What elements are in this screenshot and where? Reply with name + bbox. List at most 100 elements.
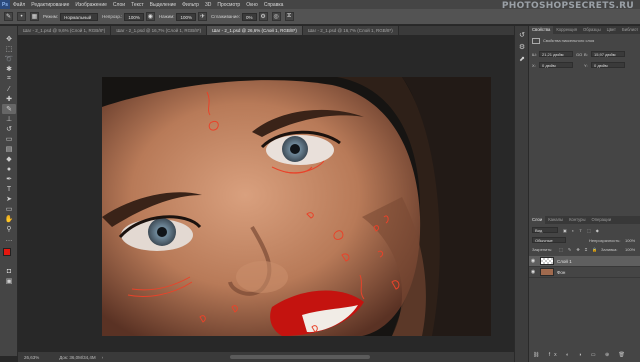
layer-row-2[interactable]: ◉ Фон (529, 267, 640, 278)
quick-select-tool-icon[interactable]: ✱ (2, 64, 16, 74)
screen-mode-icon[interactable]: ▣ (2, 276, 16, 286)
document-canvas[interactable] (102, 77, 491, 336)
fill-value[interactable]: 100% (625, 247, 635, 252)
pressure-opacity-icon[interactable]: ◉ (145, 12, 155, 21)
eye-icon[interactable]: ◉ (529, 269, 537, 275)
paths-icon[interactable]: ⬈ (515, 54, 529, 64)
tab-doc-2[interactable]: Шаг - 2_1.psd @ 16,7% (Слой 1, RGB/8*) (111, 26, 208, 35)
menu-text[interactable]: Текст (128, 2, 147, 8)
menu-layers[interactable]: Слои (110, 2, 128, 8)
blend-mode-select[interactable]: Обычные (532, 237, 566, 243)
link-icon[interactable]: GO (576, 52, 582, 57)
opacity-label: Непрозрачность: (589, 238, 621, 243)
brush-tool-icon[interactable]: ✎ (2, 104, 16, 114)
height-field[interactable]: 15,97 дюйм (591, 51, 625, 57)
airbrush-icon[interactable]: ✈ (198, 12, 207, 21)
layer-filter-icons[interactable]: ▣ ◐ T ⬚ ◆ (563, 228, 601, 233)
pen-tool-icon[interactable]: ✒ (2, 174, 16, 184)
menu-filter[interactable]: Фильтр (179, 2, 202, 8)
tab-properties[interactable]: Свойства (529, 26, 554, 34)
tab-paths[interactable]: Контуры (566, 216, 588, 224)
app-logo: Ps (0, 0, 10, 9)
gear-icon[interactable]: ⚙ (258, 12, 268, 21)
menu-edit[interactable]: Редактирование (28, 2, 72, 8)
lock-icons[interactable]: ⬚ ✎ ✥ ⌗ 🔒 (559, 247, 599, 252)
menu-3d[interactable]: 3D (202, 2, 214, 8)
status-arrow-icon[interactable]: › (102, 355, 104, 360)
smoothing-field[interactable]: 0% (242, 12, 257, 21)
pressure-field[interactable]: 100% (176, 12, 196, 21)
tab-doc-3[interactable]: Шаг - 2_1.psd @ 26,6% (Слой 1, RGB/8*) (207, 26, 303, 35)
document-tabs: Шаг - 2_1.psd @ 9,6% (Слой 1, RGB/8*) Ша… (18, 26, 522, 35)
tab-swatches[interactable]: Образцы (580, 26, 604, 34)
path-select-tool-icon[interactable]: ➤ (2, 194, 16, 204)
y-label: Y: (584, 63, 588, 68)
width-label: Ш: (532, 52, 537, 57)
lasso-tool-icon[interactable]: ➰ (2, 54, 16, 64)
tab-actions[interactable]: Операции (589, 216, 615, 224)
tab-channels[interactable]: Каналы (545, 216, 566, 224)
y-field[interactable]: 0 дюйм (591, 62, 625, 68)
fill-label: Заливка: (601, 247, 618, 252)
tab-doc-1[interactable]: Шаг - 2_1.psd @ 9,6% (Слой 1, RGB/8*) (18, 26, 112, 35)
marquee-tool-icon[interactable]: ⬚ (2, 44, 16, 54)
history-icon[interactable]: ↺ (515, 30, 529, 40)
menu-window[interactable]: Окно (243, 2, 261, 8)
pressure-size-icon[interactable]: ◎ (271, 12, 281, 21)
opacity-value[interactable]: 100% (625, 238, 635, 243)
tab-layers[interactable]: Слои (529, 216, 546, 224)
tab-color[interactable]: Цвет (604, 26, 619, 34)
healing-brush-tool-icon[interactable]: ✚ (2, 94, 16, 104)
brush-preset-icon[interactable]: ✎ (4, 12, 13, 21)
hand-tool-icon[interactable]: ✋ (2, 214, 16, 224)
menu-help[interactable]: Справка (261, 2, 287, 8)
zoom-tool-icon[interactable]: ⚲ (2, 224, 16, 234)
tab-libraries[interactable]: Библиот (619, 26, 640, 34)
photoshop-window: Ps Файл Редактирование Изображение Слои … (0, 0, 640, 362)
brush-panel-icon[interactable]: ▦ (30, 12, 39, 21)
pressure-label: Нажим: (158, 14, 175, 19)
layers-footer-icons[interactable]: ⛓ fx ◐ ◑ ▭ ⊕ 🗑 (533, 352, 629, 358)
dodge-tool-icon[interactable]: ● (2, 164, 16, 174)
mode-select[interactable]: Нормальный (60, 12, 99, 21)
options-bar: ✎ • ▦ Режим: Нормальный Непрозр.: 100% ◉… (0, 9, 640, 25)
tab-doc-4[interactable]: Шаг - 2_1.psd @ 16,7% (Слой 1, RGB/8*) (302, 26, 399, 35)
move-tool-icon[interactable]: ✥ (2, 34, 16, 44)
foreground-color-swatch[interactable] (3, 248, 11, 256)
menu-select[interactable]: Выделение (147, 2, 180, 8)
panel-icon-strip: ↺ ⚙ ⬈ (514, 26, 528, 362)
layer-name: Фон (557, 269, 566, 275)
type-tool-icon[interactable]: T (2, 184, 16, 194)
quick-mask-icon[interactable]: ◘ (2, 266, 16, 276)
layer-row-1[interactable]: ◉ Слой 1 (529, 256, 640, 267)
opacity-label: Непрозр.: (102, 14, 123, 19)
eyedropper-tool-icon[interactable]: ⁄ (2, 84, 16, 94)
opacity-field[interactable]: 100% (124, 12, 144, 21)
menu-view[interactable]: Просмотр (214, 2, 243, 8)
menu-image[interactable]: Изображение (72, 2, 110, 8)
eye-icon[interactable]: ◉ (529, 258, 537, 264)
layer-filter-select[interactable]: Вид (532, 227, 558, 233)
crop-tool-icon[interactable]: ⌗ (2, 74, 16, 84)
menu-file[interactable]: Файл (10, 2, 28, 8)
smoothing-label: Сглаживание: (211, 14, 241, 19)
properties-title: Свойства пиксельного слоя (543, 38, 595, 43)
zoom-level[interactable]: 26,63% (24, 355, 39, 360)
brush-size-icon[interactable]: • (17, 12, 26, 21)
stamp-tool-icon[interactable]: ⊥ (2, 114, 16, 124)
pixel-layer-icon (532, 38, 540, 44)
horizontal-scrollbar[interactable] (230, 355, 370, 359)
properties-icon[interactable]: ⚙ (515, 42, 529, 52)
symmetry-icon[interactable]: ⧖ (284, 12, 294, 21)
blur-tool-icon[interactable]: ◆ (2, 154, 16, 164)
gradient-tool-icon[interactable]: ▤ (2, 144, 16, 154)
canvas-area[interactable] (18, 35, 514, 352)
shape-tool-icon[interactable]: ▭ (2, 204, 16, 214)
x-field[interactable]: 0 дюйм (539, 62, 573, 68)
mode-label: Режим: (43, 14, 59, 19)
width-field[interactable]: 21,21 дюйм (539, 51, 573, 57)
history-brush-tool-icon[interactable]: ↺ (2, 124, 16, 134)
more-tools-icon[interactable]: … (2, 234, 16, 244)
eraser-tool-icon[interactable]: ▭ (2, 134, 16, 144)
tab-adjustments[interactable]: Коррекция (553, 26, 580, 34)
